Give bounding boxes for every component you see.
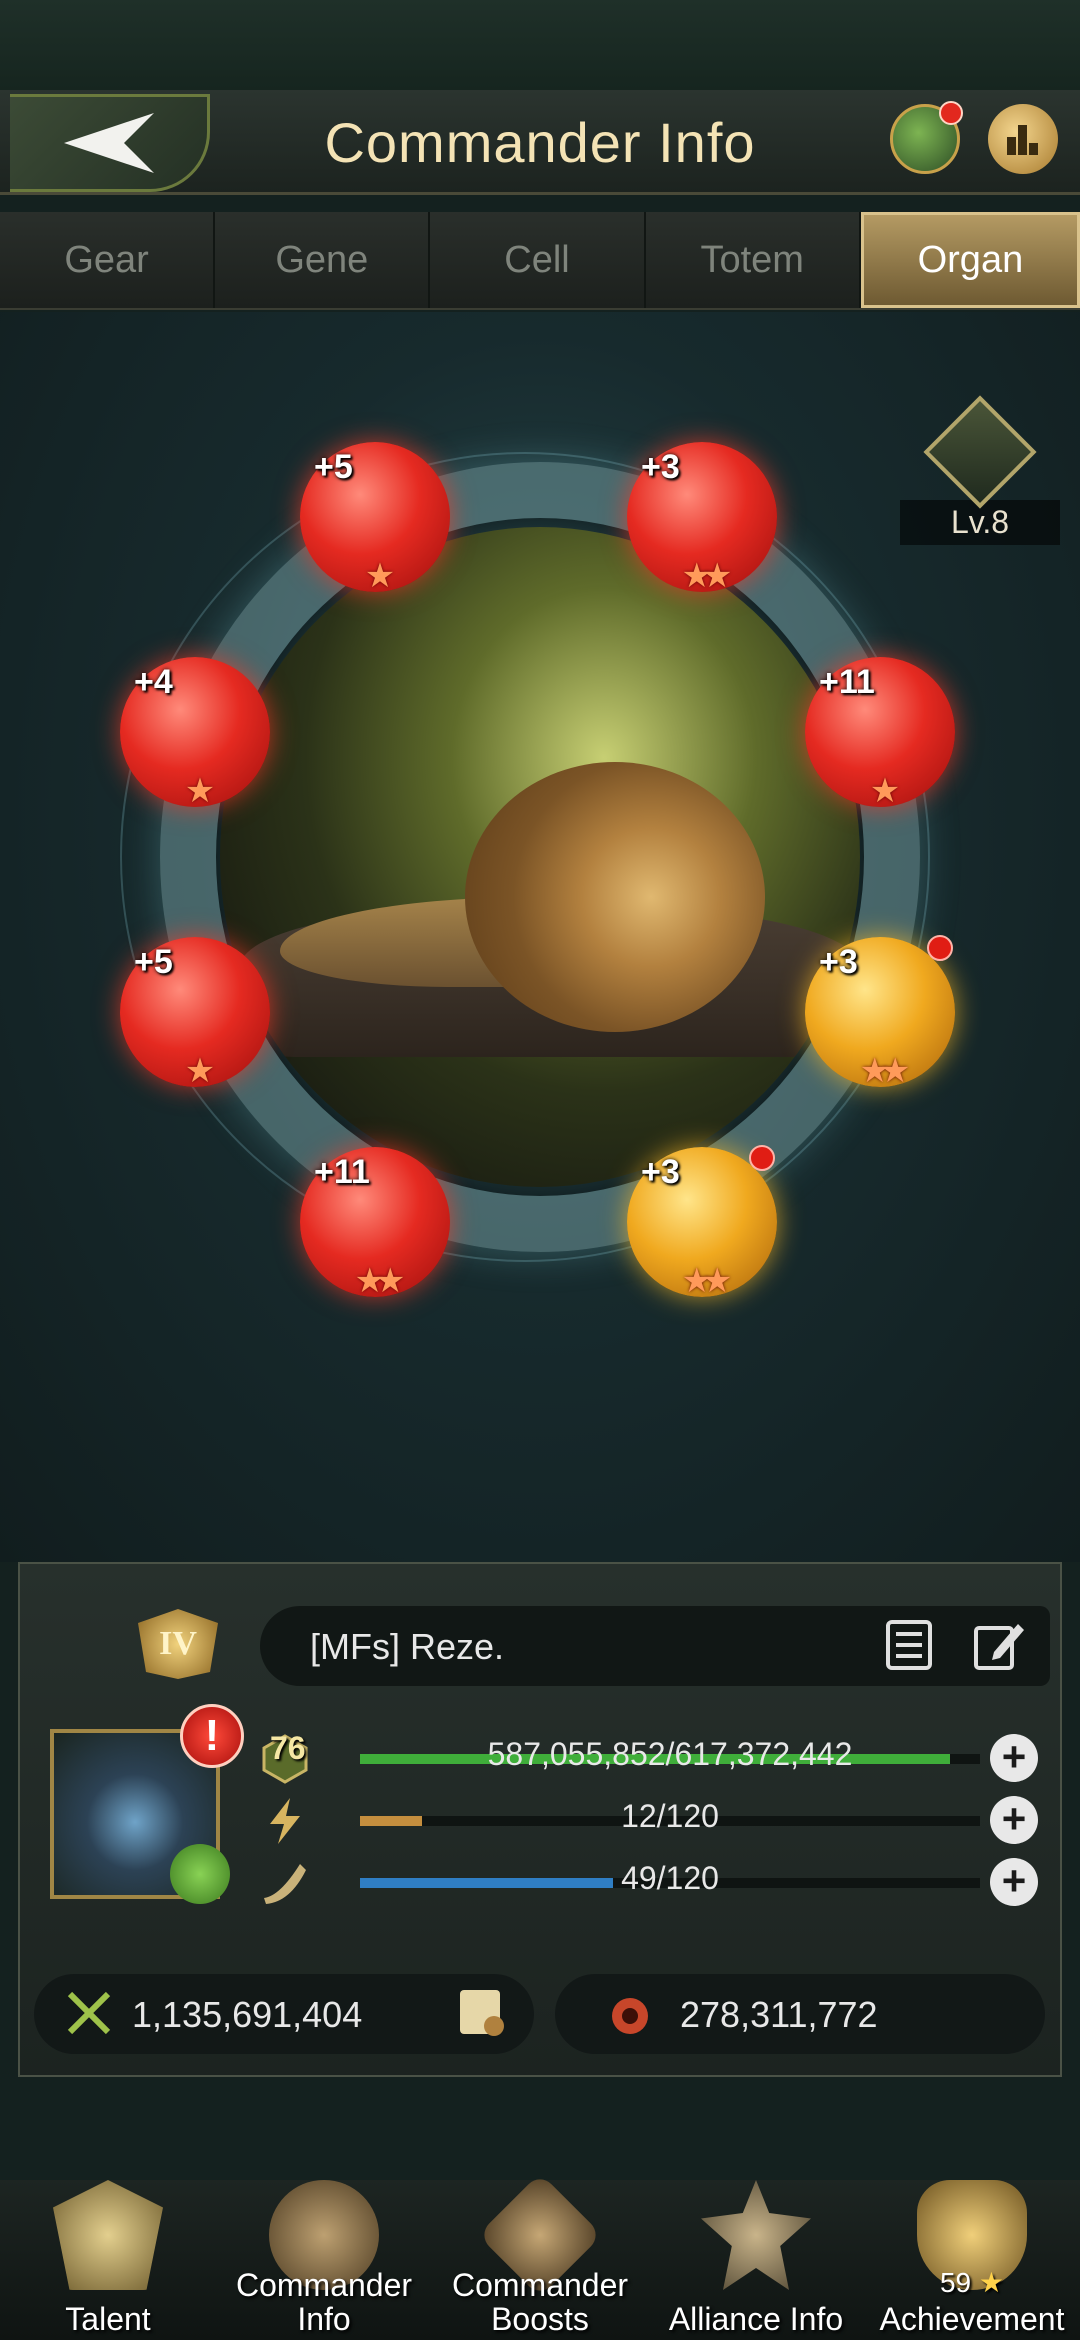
organ-level: +5 xyxy=(314,448,353,486)
page-title: Commander Info xyxy=(324,111,756,174)
organ-slot-7[interactable]: +11 ★★ xyxy=(300,1147,450,1300)
organ-stars: ★★ xyxy=(354,1262,406,1300)
organ-slot-5[interactable]: +5 ★ xyxy=(120,937,270,1090)
power-value: 1,135,691,404 xyxy=(132,1994,363,2035)
crossed-swords-icon xyxy=(67,1991,111,2035)
organ-level: +3 xyxy=(641,448,680,486)
notification-dot xyxy=(939,101,963,125)
snail-illustration xyxy=(220,527,860,1187)
commander-level: 76 xyxy=(270,1730,306,1766)
nav-alliance-info[interactable]: Alliance Info xyxy=(648,2180,864,2340)
ranking-button[interactable] xyxy=(988,104,1058,174)
experience-value: 587,055,852/617,372,442 xyxy=(487,1736,853,1772)
name-bar: [MFs] Reze. xyxy=(260,1606,1050,1686)
commander-name: [MFs] Reze. xyxy=(310,1626,505,1667)
organ-level: +3 xyxy=(641,1153,680,1191)
organ-level: +5 xyxy=(134,943,173,981)
organ-stars: ★★ xyxy=(859,1052,911,1090)
organ-level: +4 xyxy=(134,663,173,701)
nav-talent[interactable]: Talent xyxy=(0,2180,216,2340)
back-button[interactable] xyxy=(10,94,210,192)
energy-row: 12/120 + xyxy=(260,1796,1050,1846)
tab-totem[interactable]: Totem xyxy=(645,212,861,308)
edit-name-button[interactable] xyxy=(970,1616,1028,1674)
back-arrow-icon xyxy=(63,113,154,173)
tab-gene[interactable]: Gene xyxy=(215,212,431,308)
nav-commander-info[interactable]: Commander Info xyxy=(216,2180,432,2340)
kills-icon xyxy=(612,1998,648,2034)
tab-cell[interactable]: Cell xyxy=(430,212,646,308)
edit-icon xyxy=(974,1624,1024,1670)
nav-label: Commander Boosts xyxy=(451,2267,629,2337)
nav-label: Commander Info xyxy=(235,2267,413,2337)
tab-organ[interactable]: Organ xyxy=(860,212,1080,308)
organ-stars: ★★ xyxy=(681,557,733,595)
power-box: 1,135,691,404 xyxy=(34,1974,534,2054)
organ-slot-6[interactable]: +3 ★★ xyxy=(805,935,955,1090)
refresh-icon[interactable] xyxy=(170,1844,230,1904)
ranking-icon xyxy=(1007,125,1038,155)
organ-stage: +5 ★ +3 ★★ +4 ★ +11 ★ +5 ★ +3 ★★ +11 ★★ … xyxy=(0,312,1080,1562)
experience-row: 76 587,055,852/617,372,442 + xyxy=(260,1730,1050,1784)
organ-level: +11 xyxy=(819,663,875,701)
organ-stars: ★★ xyxy=(681,1262,733,1300)
snail-shell xyxy=(465,762,765,1032)
energy-value: 12/120 xyxy=(621,1798,719,1834)
nav-label: Talent xyxy=(65,2301,151,2337)
organ-slot-2[interactable]: +3 ★★ xyxy=(627,442,777,595)
tab-bar: Gear Gene Cell Totem Organ xyxy=(0,212,1080,310)
alliance-info-icon xyxy=(701,2180,811,2290)
organ-stars: ★ xyxy=(184,772,215,810)
header-bar: Commander Info xyxy=(0,90,1080,195)
notification-dot xyxy=(927,935,953,961)
organ-level-button[interactable]: Lv.8 xyxy=(900,395,1060,545)
nav-label: Achievement xyxy=(879,2301,1065,2337)
kills-box: 278,311,772 xyxy=(555,1974,1045,2054)
nav-label: Alliance Info xyxy=(668,2301,844,2337)
stamina-horn-icon xyxy=(260,1858,310,1908)
energy-icon xyxy=(260,1796,310,1846)
kills-value: 278,311,772 xyxy=(680,1994,878,2035)
organ-stars: ★ xyxy=(184,1052,215,1090)
notification-dot xyxy=(749,1145,775,1171)
tab-gear[interactable]: Gear xyxy=(0,212,216,308)
stamina-value: 49/120 xyxy=(621,1860,719,1896)
bottom-navigation: Talent Commander Info Commander Boosts A… xyxy=(0,2172,1080,2340)
organ-level: +11 xyxy=(314,1153,370,1191)
organ-slot-8[interactable]: +3 ★★ xyxy=(627,1145,777,1300)
top-decoration xyxy=(0,0,1080,90)
add-stamina-button[interactable]: + xyxy=(990,1858,1038,1906)
scroll-history-icon[interactable] xyxy=(454,1984,510,2040)
organ-slot-3[interactable]: +4 ★ xyxy=(120,657,270,810)
add-experience-button[interactable]: + xyxy=(990,1734,1038,1782)
nav-commander-boosts[interactable]: Commander Boosts xyxy=(432,2172,648,2340)
nav-achievement[interactable]: 59 ★ Achievement xyxy=(864,2180,1080,2340)
organ-stars: ★ xyxy=(869,772,900,810)
alert-icon[interactable]: ! xyxy=(180,1704,244,1768)
organ-slot-4[interactable]: +11 ★ xyxy=(805,657,955,810)
achievement-count: 59 ★ xyxy=(939,2267,1005,2298)
organ-stars: ★ xyxy=(364,557,395,595)
add-energy-button[interactable]: + xyxy=(990,1796,1038,1844)
level-chart-icon xyxy=(923,395,1037,509)
commander-profile-button[interactable] xyxy=(890,101,963,174)
talent-crown-icon xyxy=(53,2180,163,2290)
detail-list-button[interactable] xyxy=(880,1616,938,1674)
list-icon xyxy=(886,1620,932,1670)
organ-level: +3 xyxy=(819,943,858,981)
organ-slot-1[interactable]: +5 ★ xyxy=(300,442,450,595)
stamina-row: 49/120 + xyxy=(260,1858,1050,1908)
rank-emblem: IV xyxy=(138,1609,218,1679)
commander-panel: IV [MFs] Reze. ! 76 587,055,852/617,372,… xyxy=(18,1562,1062,2077)
